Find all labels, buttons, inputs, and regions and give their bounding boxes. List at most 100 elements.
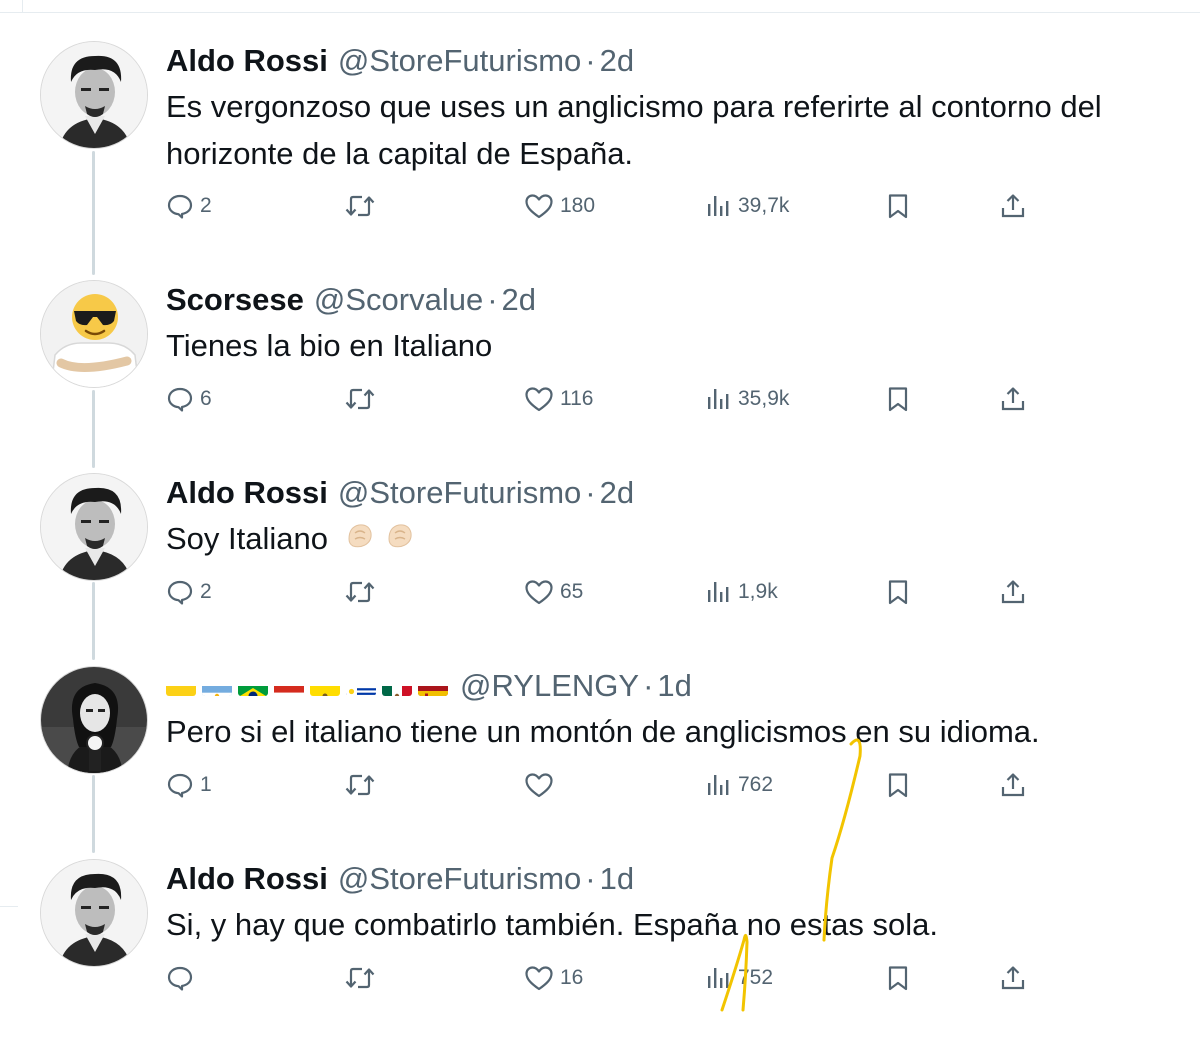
user-handle[interactable]: @RYLENGY (460, 666, 639, 706)
user-handle[interactable]: @StoreFuturismo (338, 41, 581, 81)
heart-icon (525, 966, 553, 991)
retweet-icon (345, 388, 375, 410)
uruguay-flag-icon (346, 676, 376, 696)
views-button[interactable]: 35,9k (706, 379, 789, 419)
like-button[interactable]: 180 (524, 186, 595, 226)
retweet-button[interactable] (344, 958, 382, 998)
reply-count: 6 (200, 387, 212, 410)
display-name[interactable]: Scorsese (166, 280, 304, 320)
views-count: 762 (738, 773, 774, 796)
tweet-text: Tienes la bio en Italiano (166, 328, 493, 363)
heart-icon (525, 194, 553, 219)
heart-icon (525, 580, 553, 605)
tweet-text: Soy Italiano (166, 515, 1186, 562)
retweet-button[interactable] (344, 572, 382, 612)
top-divider (0, 12, 1200, 13)
tweet-text: Pero si el italiano tiene un montón de a… (166, 714, 1040, 749)
flags-display-name[interactable] (166, 676, 448, 696)
share-button[interactable] (999, 379, 1027, 419)
tweet-header: Aldo Rossi @StoreFuturismo · 1d (166, 859, 634, 899)
reply-icon (167, 966, 193, 991)
avatar[interactable] (40, 666, 148, 774)
retweet-icon (345, 967, 375, 989)
share-icon (1001, 773, 1025, 797)
bookmark-button[interactable] (884, 186, 912, 226)
user-handle[interactable]: @Scorvalue (314, 280, 483, 320)
like-count: 116 (560, 387, 594, 410)
bookmark-button[interactable] (884, 379, 912, 419)
like-button[interactable]: 116 (524, 379, 593, 419)
views-button[interactable]: 1,9k (706, 572, 778, 612)
display-name[interactable]: Aldo Rossi (166, 859, 328, 899)
retweet-icon (345, 581, 375, 603)
reply-button[interactable] (166, 958, 200, 998)
avatar[interactable] (40, 473, 148, 581)
avatar[interactable] (40, 859, 148, 967)
timestamp[interactable]: 1d (657, 666, 691, 706)
user-handle[interactable]: @StoreFuturismo (338, 859, 581, 899)
user-handle[interactable]: @StoreFuturismo (338, 473, 581, 513)
retweet-button[interactable] (344, 379, 382, 419)
avatar-portrait-icon (41, 474, 147, 580)
reply-button[interactable]: 2 (166, 186, 212, 226)
like-button[interactable]: 65 (524, 572, 583, 612)
timestamp[interactable]: 1d (600, 859, 634, 899)
retweet-button[interactable] (344, 186, 382, 226)
views-bar-chart-icon (708, 968, 729, 988)
avatar[interactable] (40, 41, 148, 149)
reply-icon (167, 580, 193, 605)
views-count: 35,9k (738, 387, 790, 410)
separator-dot: · (585, 43, 596, 78)
retweet-button[interactable] (344, 765, 382, 805)
tweet-text-content: Soy Italiano (166, 521, 328, 556)
tweet-actions: 1 762 (0, 765, 1200, 805)
tweet[interactable]: @RYLENGY · 1d Pero si el italiano tiene … (0, 666, 1200, 860)
avatar[interactable] (40, 280, 148, 388)
mexico-flag-icon (382, 676, 412, 696)
views-button[interactable]: 39,7k (706, 186, 789, 226)
timestamp[interactable]: 2d (600, 41, 634, 81)
bookmark-button[interactable] (884, 958, 912, 998)
timestamp[interactable]: 2d (600, 473, 634, 513)
share-icon (1001, 966, 1025, 990)
tweet[interactable]: Aldo Rossi @StoreFuturismo · 1d Si, y ha… (0, 859, 1200, 1053)
bookmark-button[interactable] (884, 765, 912, 805)
separator-dot: · (487, 282, 498, 317)
share-button[interactable] (999, 572, 1027, 612)
timestamp[interactable]: 2d (502, 280, 536, 320)
paraguay-flag-icon (274, 676, 304, 696)
like-button[interactable] (524, 765, 560, 805)
tweet-text: Si, y hay que combatirlo también. España… (166, 907, 938, 942)
views-button[interactable]: 752 (706, 958, 773, 998)
tweet[interactable]: Aldo Rossi @StoreFuturismo · 2d Es vergo… (0, 41, 1200, 235)
share-button[interactable] (999, 958, 1027, 998)
views-button[interactable]: 762 (706, 765, 773, 805)
share-icon (1001, 194, 1025, 218)
avatar-reporter-icon (41, 667, 147, 773)
reply-button[interactable]: 1 (166, 765, 212, 805)
tweet[interactable]: Scorsese @Scorvalue · 2d Tienes la bio e… (0, 280, 1200, 474)
views-bar-chart-icon (708, 196, 729, 216)
bookmark-button[interactable] (884, 572, 912, 612)
brazil-flag-icon (238, 676, 268, 696)
like-button[interactable]: 16 (524, 958, 583, 998)
display-name[interactable]: Aldo Rossi (166, 41, 328, 81)
heart-icon (525, 773, 553, 798)
views-count: 1,9k (738, 580, 778, 603)
reply-button[interactable]: 2 (166, 572, 212, 612)
reply-icon (167, 773, 193, 798)
left-divider (22, 0, 23, 12)
tweet[interactable]: Aldo Rossi @StoreFuturismo · 2d Soy Ital… (0, 473, 1200, 667)
reply-count: 2 (200, 580, 212, 603)
argentina-flag-icon (202, 676, 232, 696)
pinched-fingers-icon (348, 524, 372, 548)
tweet-text: Es vergonzoso que uses un anglicismo par… (166, 89, 1102, 171)
share-button[interactable] (999, 186, 1027, 226)
separator-dot: · (585, 475, 596, 510)
reply-button[interactable]: 6 (166, 379, 212, 419)
display-name[interactable]: Aldo Rossi (166, 473, 328, 513)
share-button[interactable] (999, 765, 1027, 805)
tweet-actions: 2 65 1,9k (0, 572, 1200, 612)
colombia-flag-icon (166, 676, 196, 696)
views-bar-chart-icon (708, 775, 729, 795)
